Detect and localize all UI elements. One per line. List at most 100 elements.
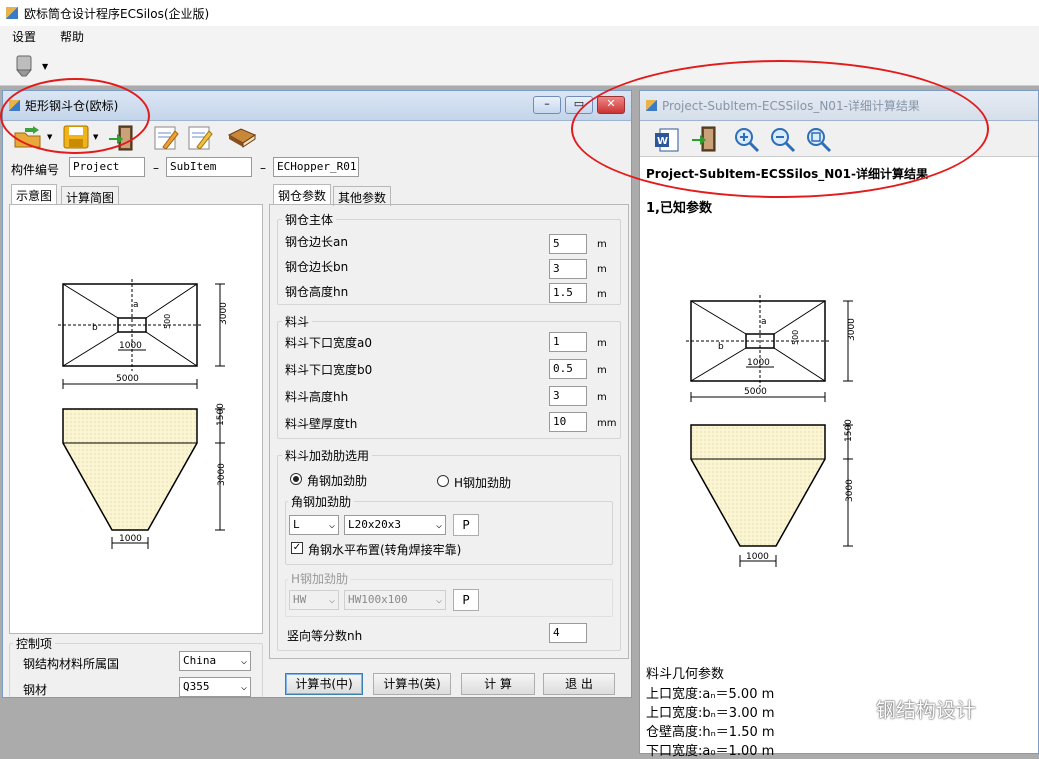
radio-h-label: H钢加劲肋 bbox=[454, 476, 512, 490]
id-separator: – bbox=[153, 161, 159, 175]
watermark: 钢结构设计 bbox=[844, 694, 976, 723]
chevron-down-icon: ⌵ bbox=[435, 520, 442, 531]
hh-input[interactable]: 3 bbox=[549, 386, 587, 406]
edit-note-icon[interactable] bbox=[153, 125, 179, 151]
unit-label: m bbox=[597, 392, 607, 403]
unit-label: m bbox=[597, 289, 607, 300]
results-diagram: a b 500 1000 5000 3000 1500 3000 1000 bbox=[686, 295, 857, 567]
angle-size-select[interactable]: L20x20x3 ⌵ bbox=[344, 515, 446, 535]
svg-text:1500: 1500 bbox=[844, 419, 854, 442]
radio-angle[interactable] bbox=[290, 473, 302, 485]
h-p-button[interactable]: P bbox=[453, 589, 479, 611]
param-label: 料斗高度hh bbox=[285, 390, 349, 404]
silo-icon bbox=[15, 55, 33, 77]
angle-type-select[interactable]: L ⌵ bbox=[289, 515, 339, 535]
menu-settings[interactable]: 设置 bbox=[0, 28, 48, 45]
svg-text:a: a bbox=[761, 317, 767, 327]
angle-subgroup-title: 角钢加劲肋 bbox=[288, 493, 355, 510]
stiffener-group-title: 料斗加劲肋选用 bbox=[282, 447, 373, 464]
edit-note-2-icon[interactable] bbox=[187, 125, 213, 151]
country-label: 钢结构材料所属国 bbox=[23, 657, 120, 671]
unit-label: m bbox=[597, 338, 607, 349]
svg-text:1000: 1000 bbox=[747, 358, 770, 368]
highlight-ellipse-left bbox=[0, 78, 150, 154]
id-separator: – bbox=[260, 161, 266, 175]
param-label: 料斗壁厚度th bbox=[285, 417, 358, 431]
plan-a-label: a bbox=[133, 300, 139, 310]
app-titlebar: 欧标筒仓设计程序ECSilos(企业版) bbox=[0, 0, 1039, 26]
country-select[interactable]: China ⌵ bbox=[179, 651, 251, 671]
subitem-field[interactable]: SubItem bbox=[166, 157, 252, 177]
unit-label: m bbox=[597, 264, 607, 275]
geometry-row: 下口宽度:a₀＝1.00 m bbox=[646, 744, 775, 759]
menu-help[interactable]: 帮助 bbox=[48, 28, 96, 45]
section-known-params: 1,已知参数 bbox=[646, 201, 712, 216]
highlight-ellipse-right bbox=[571, 60, 989, 198]
svg-text:5000: 5000 bbox=[744, 387, 767, 397]
svg-text:500: 500 bbox=[791, 330, 800, 345]
control-group-title: 控制项 bbox=[13, 635, 56, 652]
report-cn-button[interactable]: 计算书(中) bbox=[285, 673, 363, 695]
tab-schematic[interactable]: 示意图 bbox=[11, 184, 58, 204]
chevron-down-icon: ⌵ bbox=[240, 656, 247, 667]
silo-dropdown-button[interactable]: ▼ bbox=[14, 54, 54, 80]
member-id-label: 构件编号 bbox=[11, 163, 60, 177]
geometry-params-title: 料斗几何参数 bbox=[646, 667, 725, 682]
calculate-button[interactable]: 计 算 bbox=[461, 673, 535, 695]
app-title: 欧标筒仓设计程序ECSilos(企业版) bbox=[24, 6, 210, 21]
chevron-down-icon: ⌵ bbox=[328, 520, 335, 531]
menubar: 设置 帮助 bbox=[0, 26, 1039, 46]
dim-1000: 1000 bbox=[119, 341, 142, 351]
b0-input[interactable]: 0.5 bbox=[549, 359, 587, 379]
geometry-row: 上口宽度:aₙ＝5.00 m bbox=[646, 687, 775, 702]
chevron-down-icon: ⌵ bbox=[435, 595, 442, 606]
minimize-button[interactable]: – bbox=[533, 96, 561, 114]
geometry-row: 仓壁高度:hₙ＝1.50 m bbox=[646, 725, 775, 740]
tab-calc-diagram[interactable]: 计算简图 bbox=[61, 186, 120, 206]
param-label: 钢仓高度hn bbox=[285, 285, 349, 299]
horizontal-checkbox-label: 角钢水平布置(转角焊接牢靠) bbox=[308, 543, 462, 557]
param-label: 钢仓边长an bbox=[285, 235, 348, 249]
project-field[interactable]: Project bbox=[69, 157, 145, 177]
param-label: 料斗下口宽度a0 bbox=[285, 336, 372, 350]
dim-3000: 3000 bbox=[217, 463, 227, 486]
chevron-down-icon: ⌵ bbox=[328, 595, 335, 606]
an-input[interactable]: 5 bbox=[549, 234, 587, 254]
hopper-group-title: 料斗 bbox=[282, 313, 313, 330]
svg-text:3000: 3000 bbox=[845, 479, 855, 502]
geometry-row: 上口宽度:bₙ＝3.00 m bbox=[646, 706, 775, 721]
h-size-select[interactable]: HW100x100 ⌵ bbox=[344, 590, 446, 610]
app-icon bbox=[6, 7, 18, 19]
dim-500: 500 bbox=[163, 314, 172, 329]
param-label: 钢仓边长bn bbox=[285, 260, 349, 274]
radio-h[interactable] bbox=[437, 475, 449, 487]
radio-angle-label: 角钢加劲肋 bbox=[307, 474, 368, 488]
watermark-text: 钢结构设计 bbox=[876, 698, 976, 722]
chevron-down-icon: ⌵ bbox=[240, 682, 247, 693]
book-icon[interactable] bbox=[227, 127, 257, 149]
report-en-button[interactable]: 计算书(英) bbox=[373, 673, 451, 695]
dim-1500: 1500 bbox=[216, 403, 226, 426]
member-name-field[interactable]: ECHopper_R01 bbox=[273, 157, 359, 177]
th-input[interactable]: 10 bbox=[549, 412, 587, 432]
chevron-down-icon: ▼ bbox=[42, 62, 49, 71]
steel-select[interactable]: Q355 ⌵ bbox=[179, 677, 251, 697]
hn-input[interactable]: 1.5 bbox=[549, 283, 587, 303]
bn-input[interactable]: 3 bbox=[549, 259, 587, 279]
wechat-icon bbox=[844, 698, 870, 720]
a0-input[interactable]: 1 bbox=[549, 332, 587, 352]
param-label: 料斗下口宽度b0 bbox=[285, 363, 373, 377]
tab-silo-params[interactable]: 钢仓参数 bbox=[273, 184, 332, 204]
nh-input[interactable]: 4 bbox=[549, 623, 587, 643]
dim-5000: 5000 bbox=[116, 374, 139, 384]
dim-1000: 1000 bbox=[119, 534, 142, 544]
h-type-select[interactable]: HW ⌵ bbox=[289, 590, 339, 610]
horizontal-checkbox[interactable]: ✓ bbox=[291, 542, 303, 554]
tab-other-params[interactable]: 其他参数 bbox=[333, 186, 392, 206]
h-subgroup-title: H钢加劲肋 bbox=[288, 570, 352, 587]
angle-p-button[interactable]: P bbox=[453, 514, 479, 536]
steel-label: 钢材 bbox=[23, 683, 48, 697]
plan-b-label: b bbox=[92, 323, 98, 333]
exit-button[interactable]: 退 出 bbox=[543, 673, 615, 695]
svg-text:b: b bbox=[718, 342, 724, 352]
